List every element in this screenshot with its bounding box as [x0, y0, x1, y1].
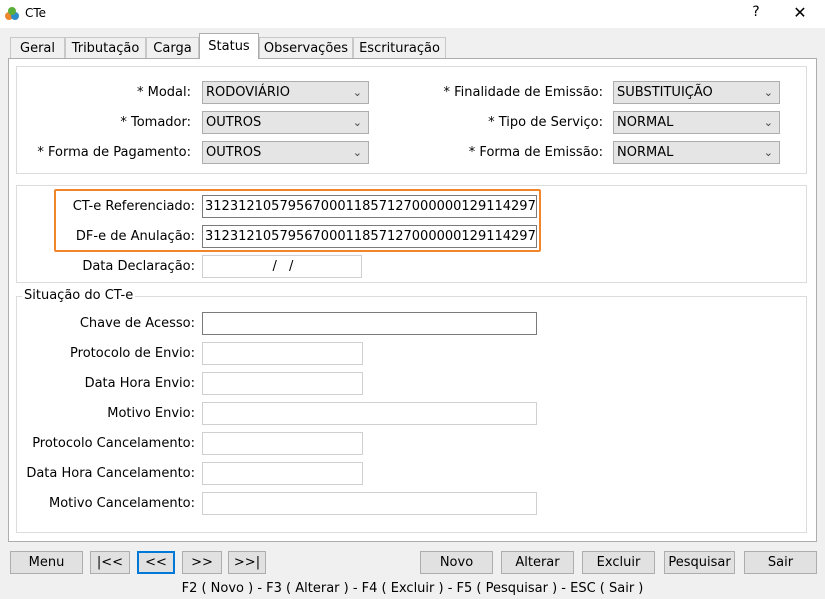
motivo-envio-label: Motivo Envio:: [107, 406, 195, 421]
next-record-button[interactable]: >>: [182, 551, 222, 574]
forma-pagamento-value: OUTROS: [206, 145, 262, 160]
help-button[interactable]: ?: [746, 4, 766, 24]
tab-observacoes[interactable]: Observações: [259, 37, 353, 58]
protocolo-cancelamento-label: Protocolo Cancelamento:: [32, 436, 195, 451]
shortcut-status-bar: F2 ( Novo ) - F3 ( Alterar ) - F4 ( Excl…: [181, 581, 644, 596]
data-declaracao-field[interactable]: / /: [202, 255, 362, 278]
window-title: CTe: [25, 6, 47, 20]
previous-record-button[interactable]: <<: [137, 551, 175, 574]
tomador-label: * Tomador:: [120, 115, 191, 130]
protocolo-envio-field[interactable]: [202, 342, 363, 365]
motivo-cancelamento-field[interactable]: [202, 492, 537, 515]
sair-button[interactable]: Sair: [744, 551, 817, 574]
chevron-down-icon: ⌄: [763, 86, 773, 99]
chave-acesso-field[interactable]: [202, 312, 537, 335]
modal-label: * Modal:: [136, 85, 191, 100]
finalidade-label: * Finalidade de Emissão:: [443, 85, 603, 100]
forma-emissao-value: NORMAL: [617, 145, 674, 160]
chevron-down-icon: ⌄: [352, 86, 362, 99]
close-button[interactable]: ✕: [788, 3, 812, 25]
motivo-envio-field[interactable]: [202, 402, 537, 425]
cte-referenciado-label: CT-e Referenciado:: [72, 199, 195, 214]
modal-value: RODOVIÁRIO: [206, 85, 290, 100]
tipo-servico-select[interactable]: NORMAL ⌄: [613, 111, 780, 134]
tomador-value: OUTROS: [206, 115, 262, 130]
dfe-anulacao-label: DF-e de Anulação:: [75, 229, 195, 244]
tomador-select[interactable]: OUTROS ⌄: [202, 111, 369, 134]
chevron-down-icon: ⌄: [763, 146, 773, 159]
data-declaracao-label: Data Declaração:: [82, 259, 195, 274]
forma-emissao-label: * Forma de Emissão:: [468, 145, 603, 160]
pesquisar-button[interactable]: Pesquisar: [664, 551, 735, 574]
chevron-down-icon: ⌄: [763, 116, 773, 129]
finalidade-select[interactable]: SUBSTITUIÇÃO ⌄: [613, 81, 780, 104]
protocolo-envio-label: Protocolo de Envio:: [70, 346, 195, 361]
motivo-cancelamento-label: Motivo Cancelamento:: [49, 496, 195, 511]
forma-pagamento-label: * Forma de Pagamento:: [37, 145, 191, 160]
data-hora-envio-field[interactable]: [202, 372, 363, 395]
tipo-servico-label: * Tipo de Serviço:: [488, 115, 603, 130]
tab-tributacao[interactable]: Tributação: [65, 37, 146, 58]
data-hora-cancelamento-field[interactable]: [202, 462, 363, 485]
dfe-anulacao-field[interactable]: 3123121057956700011857127000000129114297…: [202, 225, 537, 248]
chave-acesso-label: Chave de Acesso:: [79, 316, 195, 331]
situacao-group-title: Situação do CT-e: [22, 288, 136, 303]
tab-status[interactable]: Status: [199, 33, 259, 59]
tab-escrituracao[interactable]: Escrituração: [353, 37, 446, 58]
data-hora-envio-label: Data Hora Envio:: [84, 376, 195, 391]
forma-emissao-select[interactable]: NORMAL ⌄: [613, 141, 780, 164]
excluir-button[interactable]: Excluir: [582, 551, 655, 574]
modal-select[interactable]: RODOVIÁRIO ⌄: [202, 81, 369, 104]
tab-carga[interactable]: Carga: [146, 37, 199, 58]
tipo-servico-value: NORMAL: [617, 115, 674, 130]
alterar-button[interactable]: Alterar: [501, 551, 574, 574]
protocolo-cancelamento-field[interactable]: [202, 432, 363, 455]
app-logo-icon: [5, 7, 19, 20]
tab-geral[interactable]: Geral: [10, 37, 65, 58]
chevron-down-icon: ⌄: [352, 146, 362, 159]
data-hora-cancelamento-label: Data Hora Cancelamento:: [26, 466, 195, 481]
novo-button[interactable]: Novo: [420, 551, 493, 574]
last-record-button[interactable]: >>|: [228, 551, 266, 574]
forma-pagamento-select[interactable]: OUTROS ⌄: [202, 141, 369, 164]
menu-button[interactable]: Menu: [10, 551, 83, 574]
title-bar: CTe ? ✕: [0, 0, 825, 28]
first-record-button[interactable]: |<<: [90, 551, 130, 574]
cte-referenciado-field[interactable]: 3123121057956700011857127000000129114297…: [202, 195, 537, 218]
finalidade-value: SUBSTITUIÇÃO: [617, 85, 713, 100]
chevron-down-icon: ⌄: [352, 116, 362, 129]
